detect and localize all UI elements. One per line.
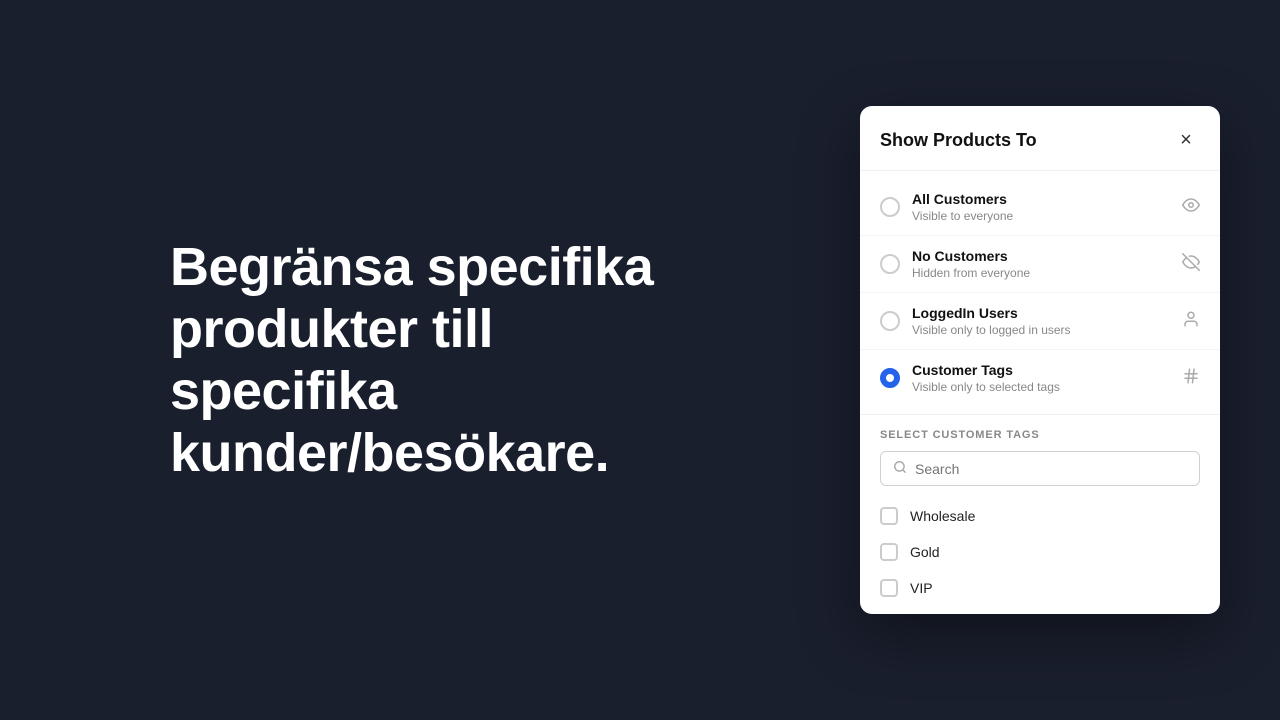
tag-item-wholesale[interactable]: Wholesale: [880, 498, 1200, 534]
tag-label-gold: Gold: [910, 544, 940, 560]
radio-no-customers: [880, 254, 900, 274]
hero-text: Begränsa specifika produkter till specif…: [170, 236, 690, 484]
checkbox-gold[interactable]: [880, 543, 898, 561]
radio-all-customers: [880, 197, 900, 217]
modal-header: Show Products To ×: [860, 106, 1220, 171]
left-panel: Begränsa specifika produkter till specif…: [0, 176, 860, 544]
option-title-all-customers: All Customers: [912, 191, 1174, 207]
checkbox-vip[interactable]: [880, 579, 898, 597]
user-icon: [1182, 310, 1200, 333]
tags-label: SELECT CUSTOMER TAGS: [880, 429, 1200, 441]
options-list: All Customers Visible to everyone No Cus…: [860, 171, 1220, 414]
option-customer-tags[interactable]: Customer Tags Visible only to selected t…: [860, 350, 1220, 406]
option-subtitle-no-customers: Hidden from everyone: [912, 266, 1174, 280]
option-loggedin-users[interactable]: LoggedIn Users Visible only to logged in…: [860, 293, 1220, 350]
tag-item-gold[interactable]: Gold: [880, 534, 1200, 570]
radio-loggedin-users: [880, 311, 900, 331]
hash-icon: [1182, 367, 1200, 390]
option-no-customers[interactable]: No Customers Hidden from everyone: [860, 236, 1220, 293]
option-subtitle-loggedin-users: Visible only to logged in users: [912, 323, 1174, 337]
option-all-customers[interactable]: All Customers Visible to everyone: [860, 179, 1220, 236]
modal-body: All Customers Visible to everyone No Cus…: [860, 171, 1220, 614]
hidden-icon: [1182, 253, 1200, 276]
option-subtitle-all-customers: Visible to everyone: [912, 209, 1174, 223]
tag-label-vip: VIP: [910, 580, 933, 596]
option-text-all-customers: All Customers Visible to everyone: [912, 191, 1174, 223]
modal-title: Show Products To: [880, 130, 1037, 151]
tags-section: SELECT CUSTOMER TAGS Wholesale G: [860, 414, 1220, 614]
option-title-no-customers: No Customers: [912, 248, 1174, 264]
close-button[interactable]: ×: [1172, 126, 1200, 154]
option-text-no-customers: No Customers Hidden from everyone: [912, 248, 1174, 280]
search-input[interactable]: [915, 461, 1187, 477]
close-icon: ×: [1180, 129, 1192, 152]
checkbox-wholesale[interactable]: [880, 507, 898, 525]
eye-icon: [1182, 196, 1200, 219]
tag-label-wholesale: Wholesale: [910, 508, 975, 524]
radio-customer-tags: [880, 368, 900, 388]
option-text-loggedin-users: LoggedIn Users Visible only to logged in…: [912, 305, 1174, 337]
modal-panel: Show Products To × All Customers Visible…: [860, 106, 1220, 614]
option-title-customer-tags: Customer Tags: [912, 362, 1174, 378]
option-text-customer-tags: Customer Tags Visible only to selected t…: [912, 362, 1174, 394]
search-box[interactable]: [880, 451, 1200, 486]
search-icon: [893, 460, 907, 477]
option-subtitle-customer-tags: Visible only to selected tags: [912, 380, 1174, 394]
checkbox-list: Wholesale Gold VIP: [880, 498, 1200, 606]
tag-item-vip[interactable]: VIP: [880, 570, 1200, 606]
option-title-loggedin-users: LoggedIn Users: [912, 305, 1174, 321]
